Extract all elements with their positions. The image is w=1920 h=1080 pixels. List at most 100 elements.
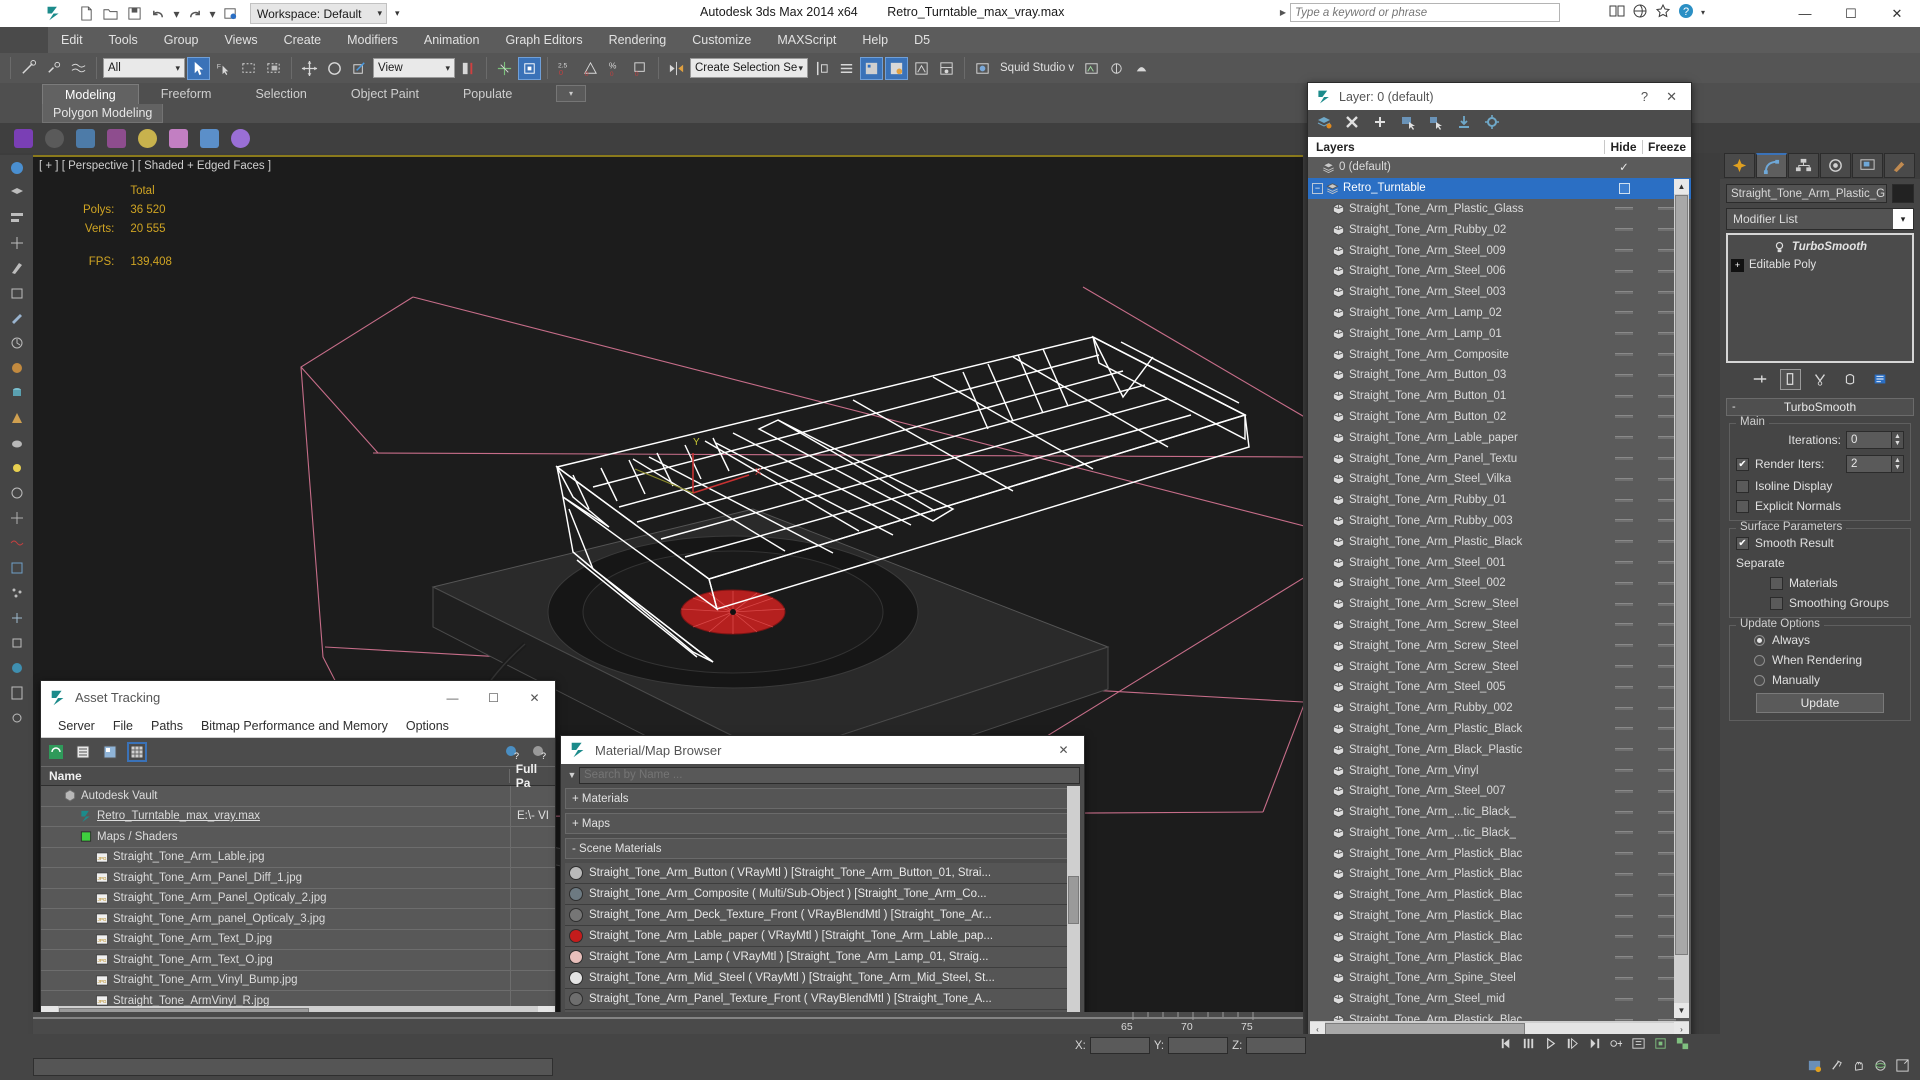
layer-row[interactable]: Straight_Tone_Arm_Black_Plastic: [1308, 739, 1691, 760]
hide-toggle[interactable]: [1605, 635, 1643, 656]
schematic-view-icon[interactable]: [910, 57, 933, 80]
hide-toggle[interactable]: [1605, 615, 1643, 636]
workspace-overflow-icon[interactable]: ▾: [395, 8, 400, 19]
timeline-track-bar[interactable]: 65 70 75: [33, 1012, 1303, 1034]
layer-row[interactable]: Straight_Tone_Arm_Screw_Steel: [1308, 615, 1691, 636]
layer-row[interactable]: Straight_Tone_Arm_Plastick_Blac: [1308, 947, 1691, 968]
hide-toggle[interactable]: [1605, 386, 1643, 407]
table-row[interactable]: JPG Straight_Tone_Arm_Text_O.jpg: [41, 950, 555, 971]
table-row[interactable]: Retro_Turntable_max_vray.max E:\- VI: [41, 806, 555, 827]
open-file-icon[interactable]: [100, 3, 121, 24]
hide-toggle[interactable]: [1605, 698, 1643, 719]
workspace-selector[interactable]: Workspace: Default ▾: [250, 3, 388, 24]
create-new-layer-icon[interactable]: [1316, 114, 1332, 133]
layer-vscroll-thumb[interactable]: [1675, 195, 1688, 955]
layer-row[interactable]: Straight_Tone_Arm_Button_03: [1308, 365, 1691, 386]
ribbon-tab-selection[interactable]: Selection: [233, 84, 328, 105]
percent-snap-toggle-icon[interactable]: % 0: [604, 57, 627, 80]
tab-modify[interactable]: [1756, 153, 1787, 178]
mmb-vscrollbar[interactable]: [1067, 786, 1080, 1038]
mmb-search-input[interactable]: [579, 766, 1080, 784]
menu-item-customize[interactable]: Customize: [679, 27, 764, 53]
window-crossing-icon[interactable]: [262, 57, 285, 80]
column-header-full-path[interactable]: Full Pa: [510, 762, 555, 790]
list-item[interactable]: Straight_Tone_Arm_Button ( VRayMtl ) [St…: [565, 863, 1080, 884]
layer-row[interactable]: Straight_Tone_Arm_Rubby_003: [1308, 511, 1691, 532]
mirror-icon[interactable]: [665, 57, 688, 80]
update-manually-radio[interactable]: [1754, 674, 1765, 686]
sphere-primitive-icon[interactable]: [6, 359, 28, 377]
align-tools-icon[interactable]: [6, 209, 28, 227]
hide-toggle[interactable]: [1605, 303, 1643, 324]
set-key-icon[interactable]: [1807, 1058, 1822, 1076]
menu-item-edit[interactable]: Edit: [48, 27, 96, 53]
update-button[interactable]: Update: [1756, 693, 1884, 713]
material-editor-icon[interactable]: [935, 57, 958, 80]
list-item[interactable]: Straight_Tone_Arm_Composite ( Multi/Sub-…: [565, 884, 1080, 905]
graphite-modeling-tools-icon[interactable]: [860, 56, 883, 80]
asset-menu-bitmap-performance[interactable]: Bitmap Performance and Memory: [192, 719, 397, 733]
update-always-row[interactable]: Always: [1736, 633, 1904, 647]
isoline-display-checkbox[interactable]: [1736, 479, 1749, 493]
plugin-skp-icon[interactable]: [200, 128, 219, 148]
utilities-icon[interactable]: [6, 634, 28, 652]
cone-primitive-icon[interactable]: [6, 409, 28, 427]
layer-row[interactable]: Straight_Tone_Arm_Plastic_Black: [1308, 531, 1691, 552]
table-row[interactable]: Maps / Shaders: [41, 827, 555, 848]
menu-item-views[interactable]: Views: [211, 27, 270, 53]
table-row[interactable]: JPG Straight_Tone_Arm_Text_D.jpg: [41, 929, 555, 950]
layer-explorer-help-icon[interactable]: ?: [1641, 89, 1666, 104]
menu-item-d5[interactable]: D5: [901, 27, 943, 53]
layer-row[interactable]: Straight_Tone_Arm_Steel_002: [1308, 573, 1691, 594]
time-configuration-icon[interactable]: [1631, 1036, 1646, 1054]
spacewarp-icon[interactable]: [6, 534, 28, 552]
layer-row[interactable]: Straight_Tone_Arm_Button_01: [1308, 386, 1691, 407]
remove-modifier-icon[interactable]: [1840, 369, 1861, 390]
thumbnail-view-icon[interactable]: [100, 742, 120, 762]
hide-toggle[interactable]: [1605, 864, 1643, 885]
hide-toggle[interactable]: [1605, 323, 1643, 344]
layer-row[interactable]: Straight_Tone_Arm_Steel_005: [1308, 677, 1691, 698]
table-row[interactable]: JPG Straight_Tone_Arm_Panel_Opticaly_2.jp…: [41, 888, 555, 909]
expand-icon[interactable]: +: [1731, 258, 1744, 272]
rollout-header-turbosmooth[interactable]: - TurboSmooth: [1726, 398, 1914, 416]
select-object-icon[interactable]: [187, 56, 210, 80]
modifier-stack[interactable]: TurboSmooth + Editable Poly: [1726, 233, 1914, 363]
asset-tracking-close[interactable]: ✕: [514, 681, 555, 714]
hide-toggle[interactable]: [1605, 906, 1643, 927]
hide-toggle[interactable]: [1605, 427, 1643, 448]
hide-toggle[interactable]: [1605, 760, 1643, 781]
layer-row[interactable]: Straight_Tone_Arm_Steel_003: [1308, 282, 1691, 303]
layer-manager-icon[interactable]: [835, 57, 858, 80]
hide-toggle[interactable]: [1605, 240, 1643, 261]
layer-row[interactable]: Straight_Tone_Arm_Plastic_Glass: [1308, 199, 1691, 220]
hide-toggle[interactable]: [1605, 989, 1643, 1010]
previous-frame-icon[interactable]: [1521, 1036, 1536, 1054]
layer-row[interactable]: Straight_Tone_Arm_Plastick_Blac: [1308, 885, 1691, 906]
hide-toggle[interactable]: [1605, 282, 1643, 303]
modifier-list-dropdown[interactable]: Modifier List ▾: [1726, 208, 1914, 230]
tab-motion[interactable]: [1820, 153, 1851, 178]
undo-icon[interactable]: [148, 3, 169, 24]
select-and-move-icon[interactable]: [298, 57, 321, 80]
hide-toggle[interactable]: [1605, 552, 1643, 573]
update-when-rendering-radio[interactable]: [1754, 654, 1765, 666]
layer-explorer-window[interactable]: Layer: 0 (default) ? ✕ Layers Hide Freez…: [1307, 82, 1692, 1057]
key-mode-icon[interactable]: [1609, 1036, 1624, 1054]
hide-toggle[interactable]: [1605, 781, 1643, 802]
system-icon[interactable]: [6, 559, 28, 577]
column-header-hide[interactable]: Hide: [1605, 140, 1643, 154]
list-item[interactable]: Straight_Tone_Arm_Mid_Steel ( VRayMtl ) …: [565, 968, 1080, 989]
plugin-d5a-icon[interactable]: [169, 128, 188, 148]
menu-item-group[interactable]: Group: [151, 27, 212, 53]
render-iters-spinner[interactable]: ▲ ▼: [1892, 455, 1904, 473]
mmb-vscroll-thumb[interactable]: [1068, 876, 1079, 924]
status-prompt-field[interactable]: [33, 1058, 553, 1076]
cylinder-primitive-icon[interactable]: [6, 384, 28, 402]
ribbon-panel-polygon-modeling[interactable]: Polygon Modeling: [42, 104, 164, 123]
layer-explorer-close-button[interactable]: ✕: [1666, 89, 1691, 105]
refresh-icon[interactable]: [46, 742, 66, 762]
axis-constraint-icon[interactable]: [6, 159, 28, 177]
ribbon-tab-modeling[interactable]: Modeling: [42, 84, 139, 105]
smooth-result-checkbox[interactable]: ✔: [1736, 536, 1749, 550]
